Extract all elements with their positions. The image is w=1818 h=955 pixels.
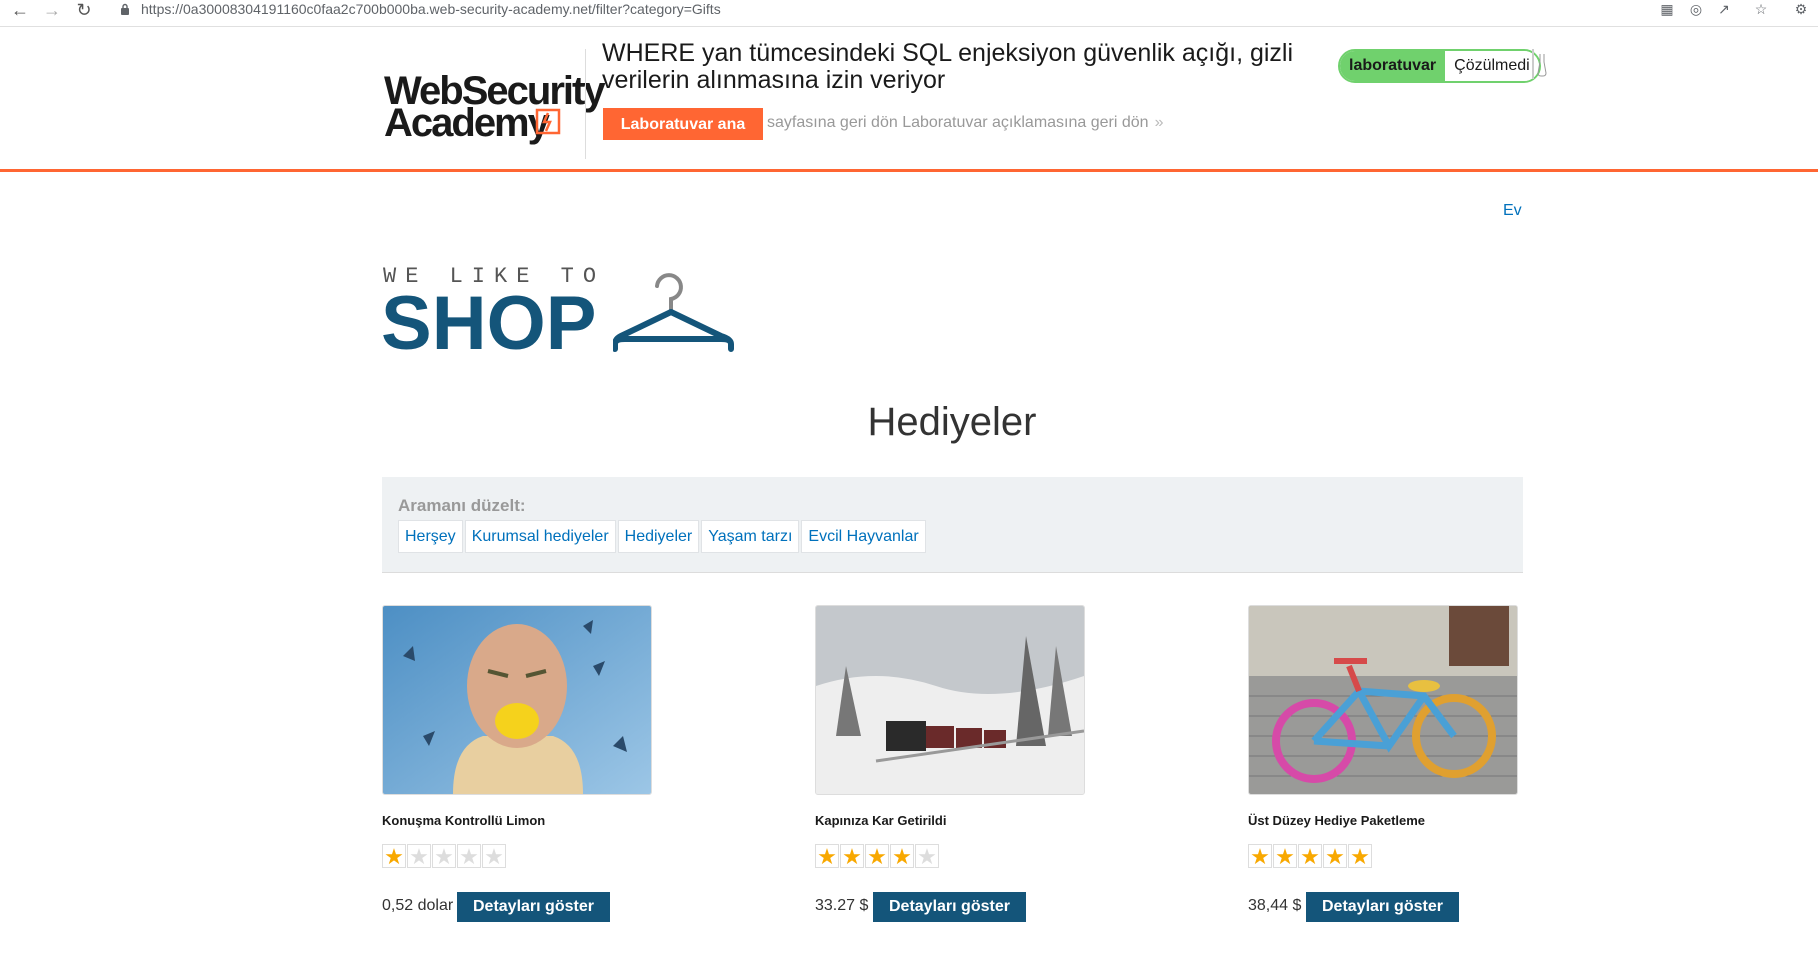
star-bookmark-icon[interactable]: ☆ xyxy=(1750,0,1772,20)
star-icon: ★ xyxy=(482,844,506,868)
view-details-button[interactable]: Detayları göster xyxy=(1306,892,1459,922)
shop-logo: WE LIKE TO SHOP xyxy=(381,264,741,364)
star-icon: ★ xyxy=(407,844,431,868)
product-name: Üst Düzey Hediye Paketleme xyxy=(1248,813,1426,828)
eye-off-icon[interactable]: ◎ xyxy=(1685,0,1707,20)
filter-lifestyle[interactable]: Yaşam tarzı xyxy=(701,520,800,553)
product-name: Kapınıza Kar Getirildi xyxy=(815,813,947,828)
star-icon: ★ xyxy=(432,844,456,868)
page-title: Hediyeler xyxy=(867,400,1037,444)
view-details-button[interactable]: Detayları göster xyxy=(457,892,610,922)
product-price: 0,52 dolar xyxy=(382,897,454,914)
view-details-button[interactable]: Detayları göster xyxy=(873,892,1026,922)
lab-title: WHERE yan tümcesindeki SQL enjeksiyon gü… xyxy=(602,39,1294,94)
star-icon: ★ xyxy=(1273,844,1297,868)
product-name: Konuşma Kontrollü Limon xyxy=(382,813,546,828)
star-icon: ★ xyxy=(915,844,939,868)
translate-icon[interactable]: ▦ xyxy=(1656,0,1678,20)
logo-line-2: Academy xyxy=(384,101,550,145)
product-image-bicycle xyxy=(1248,605,1518,795)
lab-home-button[interactable]: Laboratuvar ana xyxy=(603,108,763,140)
product-rating: ★ ★ ★ ★ ★ xyxy=(382,844,507,868)
product-rating: ★ ★ ★ ★ ★ xyxy=(815,844,940,868)
star-icon: ★ xyxy=(815,844,839,868)
back-link-text: sayfasına geri dön Laboratuvar açıklamas… xyxy=(767,114,1149,131)
product-rating: ★ ★ ★ ★ ★ xyxy=(1248,844,1373,868)
lock-icon xyxy=(121,3,129,15)
product-image-lemon xyxy=(382,605,652,795)
shop-logo-word: SHOP xyxy=(381,281,597,366)
filter-categories: Herşey Kurumsal hediyeler Hediyeler Yaşa… xyxy=(398,520,926,553)
star-icon: ★ xyxy=(840,844,864,868)
star-icon: ★ xyxy=(1298,844,1322,868)
lab-status-widget: laboratuvar Çözülmedi xyxy=(1338,49,1541,83)
status-value: Çözülmedi xyxy=(1445,51,1539,81)
status-label: laboratuvar xyxy=(1340,51,1446,81)
header-divider xyxy=(585,49,586,159)
star-icon: ★ xyxy=(457,844,481,868)
filter-pets[interactable]: Evcil Hayvanlar xyxy=(801,520,926,553)
filter-all[interactable]: Herşey xyxy=(398,520,463,553)
reload-icon[interactable]: ↻ xyxy=(72,0,96,20)
star-icon: ★ xyxy=(1248,844,1272,868)
chevron-right-icon: » xyxy=(1154,114,1164,131)
filter-panel: Aramanı düzelt: Herşey Kurumsal hediyele… xyxy=(382,477,1523,573)
arrow-left-icon[interactable]: ← xyxy=(8,0,32,20)
academy-header: WebSecurity Academy WHERE yan tümcesinde… xyxy=(0,27,1818,172)
filter-gifts[interactable]: Hediyeler xyxy=(617,520,700,553)
lightning-icon xyxy=(535,108,561,135)
star-icon: ★ xyxy=(382,844,406,868)
star-icon: ★ xyxy=(890,844,914,868)
web-security-academy-logo[interactable]: WebSecurity Academy xyxy=(384,47,606,145)
arrow-right-icon[interactable]: → xyxy=(40,0,64,20)
star-icon: ★ xyxy=(1323,844,1347,868)
filter-corporate-gifts[interactable]: Kurumsal hediyeler xyxy=(464,520,616,553)
star-icon: ★ xyxy=(1348,844,1372,868)
back-to-lab-description-link[interactable]: sayfasına geri dön Laboratuvar açıklamas… xyxy=(767,114,1163,132)
browser-toolbar: ← → ↻ https://0a30008304191160c0faa2c700… xyxy=(0,0,1818,27)
address-bar[interactable]: https://0a30008304191160c0faa2c700b000ba… xyxy=(141,0,721,20)
share-icon[interactable]: ↗ xyxy=(1713,0,1735,20)
extensions-icon[interactable]: ⚙ xyxy=(1790,0,1812,20)
home-link[interactable]: Ev xyxy=(1503,202,1522,220)
product-price: 38,44 $ xyxy=(1248,897,1302,914)
flask-icon xyxy=(1537,54,1547,77)
product-price: 33.27 $ xyxy=(815,897,869,914)
hanger-icon xyxy=(613,273,734,352)
filter-label: Aramanı düzelt: xyxy=(398,496,526,515)
product-image-snow-train xyxy=(815,605,1085,795)
status-divider xyxy=(1532,49,1534,79)
star-icon: ★ xyxy=(865,844,889,868)
